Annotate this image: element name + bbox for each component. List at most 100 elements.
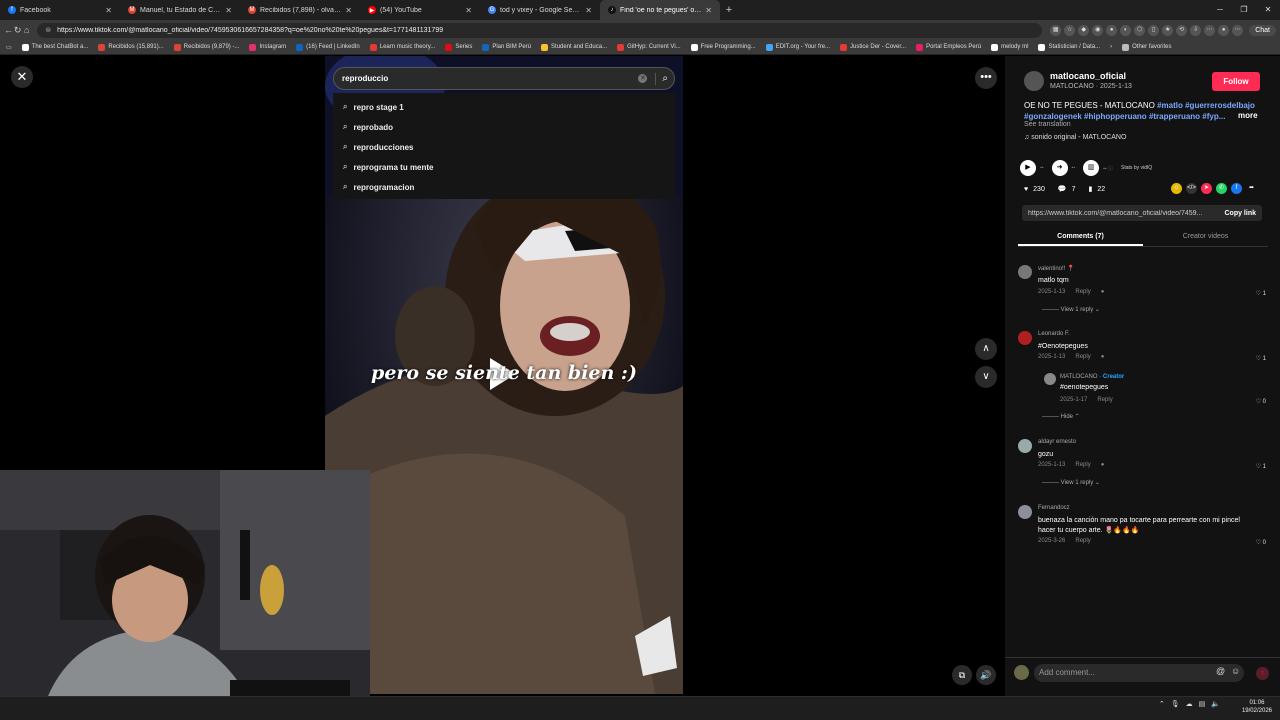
close-window-icon[interactable]: ✕ [1256,0,1280,20]
comment-user[interactable]: Leonardo F. [1038,331,1070,337]
avatar[interactable] [1018,439,1032,453]
reply-user[interactable]: MATLOCANO · Creator [1060,374,1124,380]
avatar[interactable] [1018,505,1032,519]
settings-more-icon[interactable]: ⋯ [1204,24,1216,36]
chevron-up-icon[interactable]: ⌃ [1159,700,1165,708]
grid-icon[interactable]: ▦ [1050,24,1062,36]
bookmark[interactable]: Plan BIM Perú [482,43,531,51]
bookmark[interactable]: GitHyp: Current Vi... [617,43,681,51]
add-comment-input[interactable]: Add comment... [1034,664,1244,682]
search-bar[interactable]: reproduccio ✕ ⌕ [333,67,675,90]
avatar[interactable] [1018,265,1032,279]
bookmark[interactable]: melody ml [991,43,1028,51]
history-icon[interactable]: ⟲ [1176,24,1188,36]
view-replies-button[interactable]: ──── View 1 reply ⌄ [1042,479,1100,486]
close-tab-icon[interactable]: ✕ [345,6,352,15]
send-comment-icon[interactable]: ↑ [1256,667,1269,680]
extension-icon[interactable]: ◐ [1120,24,1132,36]
clear-search-icon[interactable]: ✕ [638,74,648,83]
tab-email-statement[interactable]: MManuel, tu Estado de Cuenta ya está✕ [120,0,240,20]
address-bar[interactable]: ⊜ https://www.tiktok.com/@matlocano_ofic… [37,22,1043,38]
previous-video-button[interactable]: ∧ [975,338,997,360]
emoji-share-icon[interactable]: ☺ [1171,183,1182,194]
star-icon[interactable]: ☆ [1064,24,1076,36]
maximize-icon[interactable]: ❐ [1232,0,1256,20]
whatsapp-icon[interactable]: ✆ [1216,183,1227,194]
tab-facebook[interactable]: f Facebook ✕ [0,0,120,20]
sound-link[interactable]: ♫ sonido original - MATLOCANO [1024,134,1126,141]
send-icon[interactable]: ➤ [1201,183,1212,194]
tab-google-search[interactable]: Gtod y vixey - Google Search ✕ [480,0,600,20]
bookmark[interactable]: Student and Educa... [541,43,607,51]
bookmark[interactable]: Recibidos (15,891)... [98,43,164,51]
extension-icon[interactable]: ● [1106,24,1118,36]
tab-gmail-inbox[interactable]: MRecibidos (7,898) - olvan.mu@gm✕ [240,0,360,20]
extension-icon[interactable]: ◉ [1092,24,1104,36]
network-icon[interactable]: ▤ [1199,700,1206,708]
bookmark[interactable]: Justice Der - Cover... [840,43,906,51]
comment-user[interactable]: Fernandocz [1038,505,1070,511]
reply-like[interactable]: ♡ 0 [1256,398,1266,405]
embed-icon[interactable]: </> [1186,183,1197,194]
close-tab-icon[interactable]: ✕ [225,6,232,15]
hashtag[interactable]: #matlo [1157,101,1183,110]
chart-icon[interactable]: ▥ [1083,160,1100,176]
next-video-button[interactable]: ∨ [975,366,997,388]
split-screen-icon[interactable]: ▯ [1148,24,1160,36]
bookmark[interactable]: Series [445,43,472,51]
new-tab-button[interactable]: + [720,4,738,16]
close-tab-icon[interactable]: ✕ [105,6,112,15]
minimize-icon[interactable]: ─ [1208,0,1232,20]
microphone-icon[interactable]: 🎙 [1171,700,1180,708]
close-tab-icon[interactable]: ✕ [465,6,472,15]
reply-button[interactable]: Reply [1075,462,1090,468]
back-icon[interactable]: ← [4,25,13,35]
more-options-button[interactable]: ••• [975,67,997,89]
view-replies-button[interactable]: ──── View 1 reply ⌄ [1042,306,1100,313]
close-tab-icon[interactable]: ✕ [705,6,712,15]
share-arrow-icon[interactable]: ➜ [1051,160,1068,176]
profile-avatar[interactable]: ● [1218,24,1230,36]
chat-button[interactable]: Chat [1249,24,1276,36]
bookmark[interactable]: Instagram [249,43,286,51]
comment-like[interactable]: ♡ 1 [1256,355,1266,362]
user-avatar[interactable] [1014,665,1029,680]
menu-icon[interactable]: ⋯ [1232,24,1244,36]
extension-icon[interactable]: ◆ [1078,24,1090,36]
bookmarks-apps-icon[interactable]: ▭ [6,44,12,51]
emoji-icon[interactable]: ☺ [1231,666,1240,676]
site-info-icon[interactable]: ⊜ [45,26,51,34]
creator-username[interactable]: matlocano_oficial [1050,71,1126,81]
picture-in-picture-icon[interactable]: ⧉ [952,665,972,685]
comment-user[interactable]: valentino!! 📍 [1038,265,1075,272]
play-icon[interactable]: ▶ [1020,160,1036,176]
cloud-icon[interactable]: ☁ [1186,700,1193,708]
close-button[interactable]: ✕ [11,66,33,88]
bookmark-icon[interactable]: ▮ [1088,185,1092,193]
bookmark[interactable]: (16) Feed | LinkedIn [296,43,360,51]
reply-button[interactable]: Reply [1075,538,1090,544]
more-link[interactable]: more [1238,111,1258,120]
hashtag[interactable]: #guerrerosdelbajo [1185,101,1255,110]
close-tab-icon[interactable]: ✕ [585,6,592,15]
bookmark[interactable]: EDIT.org - Your fre... [765,43,830,51]
hashtag[interactable]: #hiphopperuano [1084,112,1147,121]
see-translation-link[interactable]: See translation [1024,121,1071,128]
comment-user[interactable]: aldayr ernesto [1038,439,1076,445]
other-favorites[interactable]: Other favorites [1122,43,1172,51]
mention-icon[interactable]: @ [1216,666,1225,676]
tab-comments[interactable]: Comments (7) [1018,228,1143,246]
suggestion-item[interactable]: ⌕ repro stage 1 [333,97,675,117]
share-icon[interactable]: ➦ [1246,183,1257,194]
comment-icon[interactable]: 💬 [1058,185,1067,193]
copy-link-button[interactable]: Copy link [1224,210,1256,217]
tab-tiktok[interactable]: ♪Find 'oe no te pegues' on TikTok✕ [600,0,720,20]
suggestion-item[interactable]: ⌕ reprogramacion [333,177,675,197]
video-link[interactable]: https://www.tiktok.com/@matlocano_oficia… [1028,210,1218,217]
taskbar-clock[interactable]: 01:06 19/02/2026 [1242,699,1272,715]
suggestion-item[interactable]: ⌕ reprobado [333,117,675,137]
refresh-icon[interactable]: ↻ [13,25,22,36]
hashtag[interactable]: #trapperuano [1149,112,1200,121]
avatar[interactable] [1044,373,1056,385]
facebook-icon[interactable]: f [1231,183,1242,194]
